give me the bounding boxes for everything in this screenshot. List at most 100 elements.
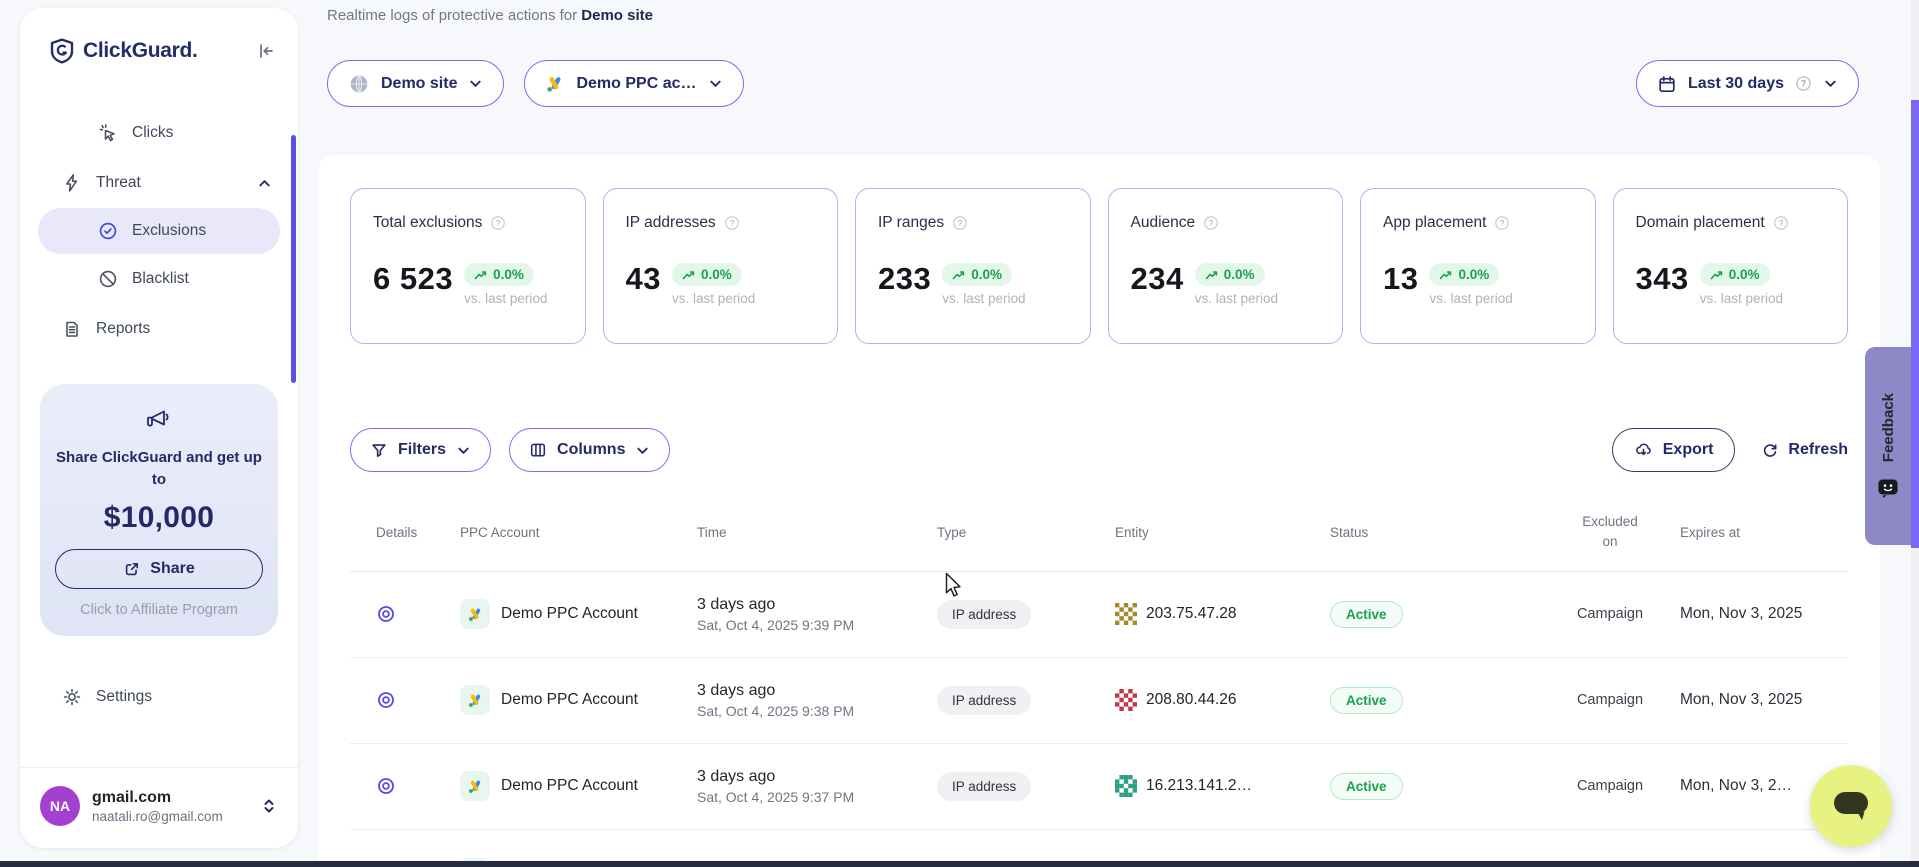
svg-text:?: ? [729, 219, 734, 228]
trending-up-icon [682, 269, 696, 281]
svg-text:?: ? [958, 219, 963, 228]
check-badge-icon [98, 221, 118, 241]
entity-value: 16.213.141.2… [1146, 777, 1252, 795]
excluded-on-cell: Campaign [1540, 606, 1680, 622]
filters-button[interactable]: Filters [350, 428, 491, 472]
sidebar-item-settings[interactable]: Settings [20, 672, 298, 722]
help-icon[interactable]: ? [1795, 75, 1812, 92]
view-details-icon[interactable] [376, 604, 396, 624]
promo-caption[interactable]: Click to Affiliate Program [54, 602, 264, 618]
funnel-icon [370, 441, 388, 459]
svg-text:?: ? [1779, 219, 1784, 228]
selector-row: Demo site Demo PPC ac… [327, 60, 744, 107]
help-icon[interactable]: ? [1773, 215, 1789, 231]
sidebar-item-exclusions[interactable]: Exclusions [38, 208, 280, 254]
stat-card-ip-addresses: IP addresses? 43 0.0% vs. last period [603, 188, 839, 344]
status-badge: Active [1330, 773, 1403, 800]
feedback-tab[interactable]: Feedback [1865, 347, 1911, 545]
sidebar: ClickGuard. Clicks Threat [20, 8, 298, 848]
view-details-icon[interactable] [376, 690, 396, 710]
stat-card-app-placement: App placement? 13 0.0% vs. last period [1360, 188, 1596, 344]
google-ads-icon [460, 599, 490, 629]
entity-value: 208.80.44.26 [1146, 691, 1237, 709]
refresh-button-label: Refresh [1788, 441, 1848, 459]
column-header-time: Time [697, 525, 937, 540]
stat-caption: vs. last period [1195, 291, 1278, 306]
sidebar-item-blacklist[interactable]: Blacklist [20, 254, 298, 304]
view-details-icon[interactable] [376, 776, 396, 796]
excluded-on-cell: Campaign [1540, 692, 1680, 708]
sidebar-item-reports[interactable]: Reports [20, 304, 298, 354]
help-icon[interactable]: ? [1494, 215, 1510, 231]
trending-up-icon [474, 269, 488, 281]
stat-title: IP ranges [878, 214, 944, 232]
stat-change: 0.0% [493, 267, 524, 282]
stat-change: 0.0% [1729, 267, 1760, 282]
details-cell [350, 604, 460, 624]
feedback-smiley-icon [1877, 477, 1899, 499]
chat-widget-button[interactable] [1810, 765, 1892, 847]
page-scrollbar-thumb[interactable] [1911, 100, 1919, 548]
time-relative: 3 days ago [697, 768, 937, 786]
details-cell [350, 690, 460, 710]
lightning-icon [62, 173, 82, 193]
collapse-sidebar-icon[interactable] [256, 41, 276, 61]
sidebar-item-label: Exclusions [132, 222, 206, 240]
trending-up-icon [1710, 269, 1724, 281]
date-range-label: Last 30 days [1688, 75, 1784, 93]
sidebar-item-label: Settings [96, 688, 152, 706]
entity-value: 203.75.47.28 [1146, 605, 1237, 623]
entity-cell: 203.75.47.28 [1115, 603, 1330, 625]
time-full: Sat, Oct 4, 2025 9:39 PM [697, 617, 937, 633]
cloud-download-icon [1634, 441, 1653, 459]
table-header-row: Details PPC Account Time Type Entity Sta… [350, 512, 1848, 572]
column-header-details: Details [350, 525, 460, 540]
chevron-up-icon [257, 176, 272, 191]
columns-icon [529, 441, 547, 459]
chevron-up-down-icon [260, 796, 278, 816]
details-cell [350, 776, 460, 796]
chevron-down-icon [468, 76, 483, 91]
time-cell: 3 days ago Sat, Oct 4, 2025 9:37 PM [697, 768, 937, 805]
sidebar-scrollbar-thumb[interactable] [291, 135, 296, 383]
site-selector[interactable]: Demo site [327, 60, 504, 107]
document-icon [62, 319, 82, 339]
filters-button-label: Filters [398, 441, 446, 459]
type-cell: IP address [937, 600, 1115, 629]
columns-button[interactable]: Columns [509, 428, 670, 472]
status-badge: Active [1330, 687, 1403, 714]
share-button[interactable]: Share [55, 549, 263, 589]
date-range-selector[interactable]: Last 30 days ? [1636, 60, 1859, 107]
column-header-status: Status [1330, 525, 1540, 540]
account-switcher[interactable]: NA gmail.com naatali.ro@gmail.com [20, 767, 298, 848]
site-selector-label: Demo site [381, 75, 457, 93]
stat-value: 234 [1131, 263, 1184, 294]
table-toolbar: Filters Columns Export Refresh [350, 428, 1848, 472]
stat-card-total-exclusions: Total exclusions? 6 523 0.0% vs. last pe… [350, 188, 586, 344]
google-ads-icon [545, 74, 565, 94]
help-icon[interactable]: ? [1203, 215, 1219, 231]
time-cell: 3 days ago Sat, Oct 4, 2025 9:38 PM [697, 682, 937, 719]
help-icon[interactable]: ? [952, 215, 968, 231]
help-icon[interactable]: ? [490, 215, 506, 231]
sidebar-item-clicks[interactable]: Clicks [20, 108, 298, 158]
stat-value: 13 [1383, 263, 1418, 294]
chevron-down-icon [635, 443, 650, 458]
time-full: Sat, Oct 4, 2025 9:37 PM [697, 789, 937, 805]
affiliate-promo-card: Share ClickGuard and get up to $10,000 S… [40, 384, 278, 636]
subtitle-text: Realtime logs of protective actions for [327, 7, 581, 24]
megaphone-icon [144, 406, 174, 434]
sidebar-item-threat[interactable]: Threat [20, 158, 298, 208]
window-bottom-edge [0, 861, 1919, 867]
table-row: Demo PPC Account 3 days ago Sat, Oct 4, … [350, 744, 1848, 830]
stat-card-domain-placement: Domain placement? 343 0.0% vs. last peri… [1613, 188, 1849, 344]
export-button[interactable]: Export [1612, 428, 1736, 472]
google-ads-icon [460, 771, 490, 801]
sidebar-item-label: Clicks [132, 124, 173, 142]
ppc-account-selector[interactable]: Demo PPC ac… [524, 60, 743, 107]
stat-change: 0.0% [701, 267, 732, 282]
type-badge: IP address [937, 772, 1031, 801]
help-icon[interactable]: ? [724, 215, 740, 231]
external-link-icon [123, 560, 141, 578]
refresh-button[interactable]: Refresh [1761, 441, 1848, 459]
